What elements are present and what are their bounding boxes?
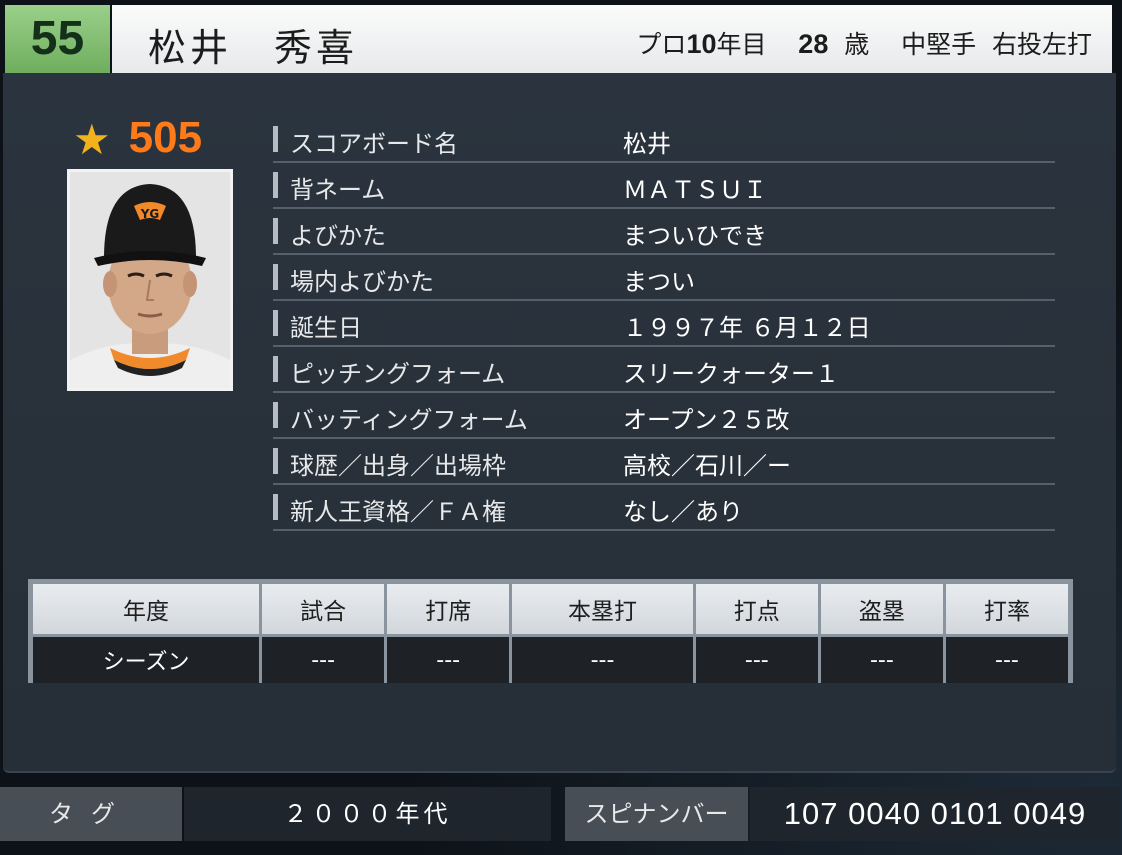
info-value: まつい (623, 268, 695, 296)
overall-rating: ★ 505 (73, 113, 203, 164)
star-icon: ★ (73, 115, 111, 164)
player-photo: YG (67, 169, 233, 391)
info-label: 背ネーム (273, 170, 385, 205)
tag-label: タグ (0, 787, 182, 841)
player-meta: プロ10年目 28 歳 中堅手 右投左打 (636, 25, 1092, 61)
header-bar: 松井 秀喜 プロ10年目 28 歳 中堅手 右投左打 (112, 5, 1112, 73)
table-row: シーズン --- --- --- --- --- --- (33, 637, 1068, 683)
stats-header-rbi: 打点 (695, 584, 818, 634)
info-row-background: 球歴／出身／出場枠 高校／石川／ー (273, 440, 1055, 485)
stats-cell-batting-average: --- (945, 637, 1068, 683)
spin-number-label: スピナンバー (565, 787, 748, 841)
tag-value: ２０００年代 (184, 787, 551, 841)
player-profile-screen: 55 松井 秀喜 プロ10年目 28 歳 中堅手 右投左打 ★ 505 YG ス… (0, 0, 1122, 855)
svg-text:YG: YG (140, 207, 160, 221)
profile-info-list: スコアボード名 松井 背ネーム ＭＡＴＳＵＩ よびかた まついひでき 場内よびか… (273, 118, 1055, 532)
info-label: 誕生日 (273, 308, 362, 343)
profile-panel: ★ 505 YG スコアボード名 松井 背ネーム ＭＡＴＳＵＩ よびかた まつい… (3, 73, 1116, 773)
rating-value: 505 (128, 113, 203, 162)
season-stats-table: 年度 試合 打席 本塁打 打点 盗塁 打率 シーズン --- --- --- -… (28, 579, 1073, 683)
info-label: ピッチングフォーム (273, 354, 505, 389)
info-label: 場内よびかた (273, 262, 434, 297)
info-row-back-name: 背ネーム ＭＡＴＳＵＩ (273, 164, 1055, 209)
info-row-stadium-reading: 場内よびかた まつい (273, 256, 1055, 301)
career-years: 10 (686, 29, 717, 59)
stats-header-year: 年度 (33, 584, 260, 634)
info-value: オープン２５改 (623, 406, 790, 434)
info-value: 高校／石川／ー (623, 452, 791, 480)
info-row-rookie-fa: 新人王資格／ＦＡ権 なし／あり (273, 486, 1055, 531)
stats-cell-plate-appearances: --- (387, 637, 510, 683)
stats-header-stolen-bases: 盗塁 (820, 584, 943, 634)
info-value: なし／あり (623, 498, 743, 526)
stats-cell-home-runs: --- (512, 637, 693, 683)
player-age: 28 (798, 29, 829, 59)
player-name: 松井 秀喜 (148, 26, 359, 70)
player-handedness: 右投左打 (991, 30, 1092, 59)
info-row-scoreboard-name: スコアボード名 松井 (273, 118, 1055, 163)
info-value: １９９７年 ６月１２日 (623, 314, 871, 342)
player-portrait-image: YG (70, 172, 230, 388)
stats-cell-year: シーズン (33, 637, 260, 683)
stats-header-plate-appearances: 打席 (387, 584, 510, 634)
stats-header-home-runs: 本塁打 (512, 584, 693, 634)
stats-header-row: 年度 試合 打席 本塁打 打点 盗塁 打率 (33, 584, 1068, 634)
info-label: スコアボード名 (273, 124, 458, 159)
stats-header-batting-average: 打率 (945, 584, 1068, 634)
spin-number-value: 107 0040 0101 0049 (750, 787, 1120, 841)
info-value: スリークォーター１ (623, 360, 839, 388)
info-row-reading: よびかた まついひでき (273, 210, 1055, 255)
info-label: よびかた (273, 216, 386, 251)
info-label: 球歴／出身／出場枠 (273, 446, 506, 481)
info-row-pitching-form: ピッチングフォーム スリークォーター１ (273, 348, 1055, 393)
uniform-number: 55 (5, 5, 110, 73)
info-row-birthday: 誕生日 １９９７年 ６月１２日 (273, 302, 1055, 347)
info-label: バッティングフォーム (273, 400, 528, 435)
info-value: ＭＡＴＳＵＩ (623, 176, 767, 204)
player-position: 中堅手 (901, 30, 977, 59)
info-label: 新人王資格／ＦＡ権 (273, 492, 506, 527)
stats-cell-stolen-bases: --- (820, 637, 943, 683)
stats-cell-rbi: --- (695, 637, 818, 683)
info-value: まついひでき (623, 222, 767, 250)
info-row-batting-form: バッティングフォーム オープン２５改 (273, 394, 1055, 439)
career-prefix: プロ (636, 30, 687, 59)
info-value: 松井 (623, 130, 671, 158)
stats-header-games: 試合 (262, 584, 385, 634)
stats-cell-games: --- (262, 637, 385, 683)
age-unit: 歳 (844, 30, 870, 59)
career-suffix: 年目 (716, 30, 767, 59)
